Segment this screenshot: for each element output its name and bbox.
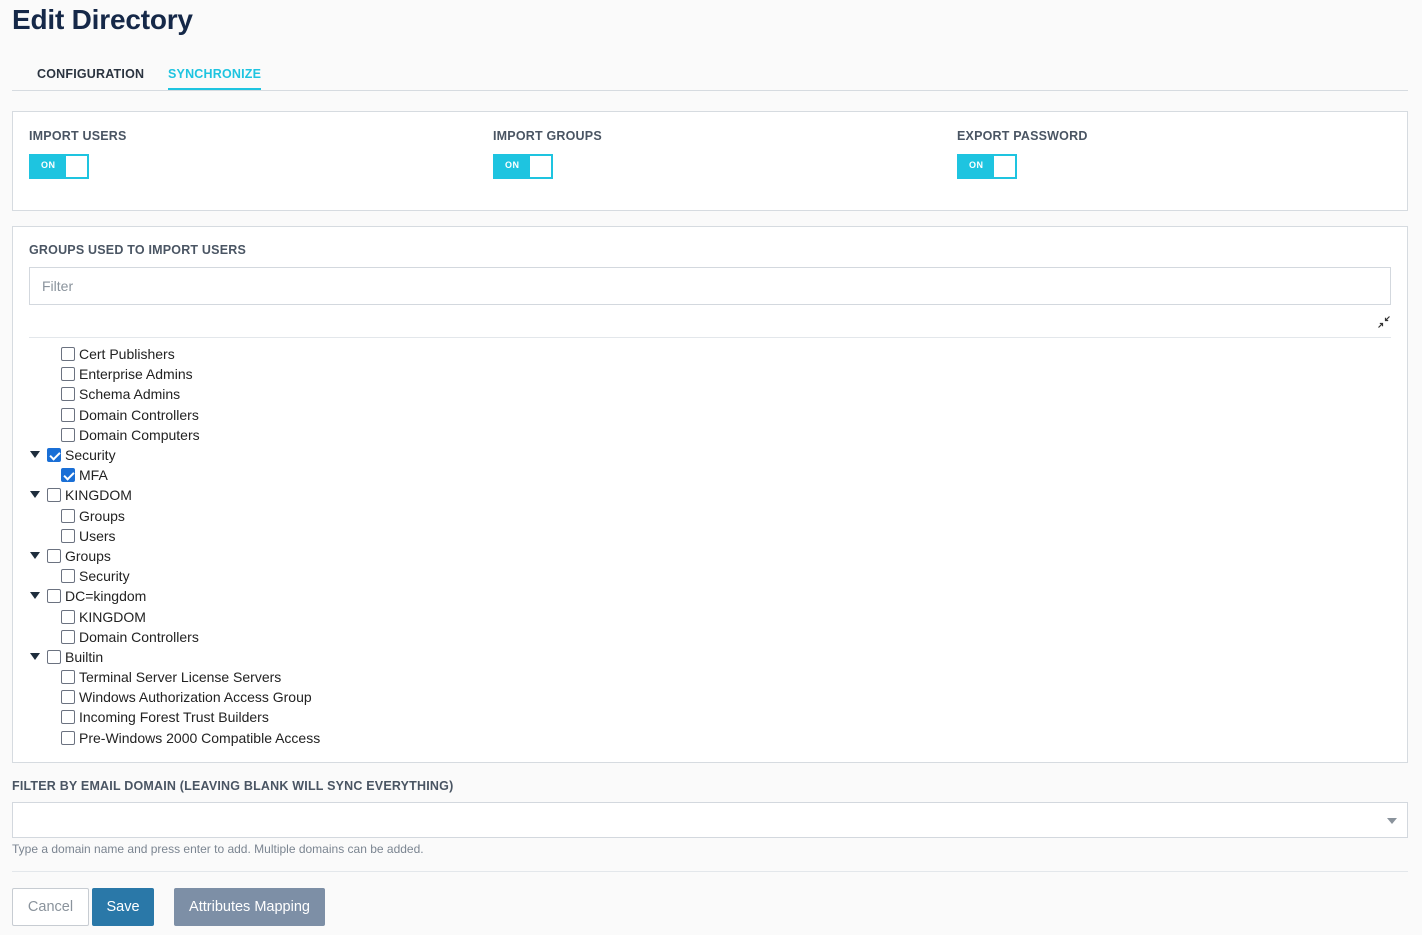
group-checkbox[interactable] [61,690,75,705]
groups-heading: GROUPS USED TO IMPORT USERS [29,243,247,257]
tree-parent-item: Groups [29,546,629,566]
email-domain-help: Type a domain name and press enter to ad… [12,842,424,856]
tree-child-item: Schema Admins [29,384,629,404]
tree-parent-item: Builtin [29,647,629,667]
group-label[interactable]: DC=kingdom [65,588,146,604]
tree-child-item: Security [29,566,629,586]
group-label[interactable]: Domain Controllers [79,629,199,645]
tree-parent-item: KINGDOM [29,485,629,505]
sync-toggles-panel: IMPORT USERS ON IMPORT GROUPS ON EXPORT … [12,111,1408,211]
tree-child-item: Domain Controllers [29,627,629,647]
tree-child-item: Domain Controllers [29,405,629,425]
expand-caret-icon[interactable] [30,551,40,559]
group-label[interactable]: Groups [79,508,125,524]
import-users-label: IMPORT USERS [29,129,127,143]
tree-child-item: Pre-Windows 2000 Compatible Access [29,728,629,748]
email-domain-label: FILTER BY EMAIL DOMAIN (LEAVING BLANK WI… [12,779,454,793]
group-label[interactable]: MFA [79,467,108,483]
group-label[interactable]: Pre-Windows 2000 Compatible Access [79,730,320,746]
toggle-knob [66,156,87,177]
group-checkbox[interactable] [47,589,61,604]
footer-divider [12,871,1408,872]
cancel-button[interactable]: Cancel [12,888,89,926]
group-label[interactable]: Schema Admins [79,386,180,402]
tree-child-item: KINGDOM [29,606,629,626]
group-checkbox[interactable] [47,649,61,664]
group-label[interactable]: Users [79,528,116,544]
group-checkbox[interactable] [61,629,75,644]
tree-child-item: Domain Computers [29,425,629,445]
group-checkbox[interactable] [61,730,75,745]
group-checkbox[interactable] [61,710,75,725]
export-password-setting: EXPORT PASSWORD ON [957,129,1088,179]
import-groups-toggle[interactable]: ON [493,154,553,179]
toggle-state-text: ON [969,160,984,170]
group-checkbox[interactable] [47,488,61,503]
chevron-down-icon[interactable] [1387,818,1397,824]
expand-caret-icon[interactable] [30,652,40,660]
group-checkbox[interactable] [61,609,75,624]
group-label[interactable]: Windows Authorization Access Group [79,689,312,705]
group-label[interactable]: Security [65,447,116,463]
group-label[interactable]: Incoming Forest Trust Builders [79,709,269,725]
save-button[interactable]: Save [92,888,154,926]
tree-child-item: Cert Publishers [29,344,629,364]
tab-synchronize[interactable]: SYNCHRONIZE [168,67,262,90]
group-checkbox[interactable] [61,569,75,584]
group-checkbox[interactable] [47,548,61,563]
toggle-knob [530,156,551,177]
tree-parent-item: DC=kingdom [29,586,629,606]
tree-child-item: Groups [29,506,629,526]
group-checkbox[interactable] [61,508,75,523]
import-users-toggle[interactable]: ON [29,154,89,179]
group-label[interactable]: KINGDOM [65,487,132,503]
group-checkbox[interactable] [61,468,75,483]
tab-bar: CONFIGURATION SYNCHRONIZE [12,60,1408,91]
group-checkbox[interactable] [61,367,75,382]
group-checkbox[interactable] [61,427,75,442]
group-label[interactable]: Cert Publishers [79,346,175,362]
group-label[interactable]: Enterprise Admins [79,366,193,382]
import-groups-label: IMPORT GROUPS [493,129,602,143]
export-password-label: EXPORT PASSWORD [957,129,1088,143]
group-label[interactable]: Security [79,568,130,584]
email-domain-input[interactable] [12,802,1408,838]
tree-child-item: Incoming Forest Trust Builders [29,707,629,727]
group-checkbox[interactable] [61,407,75,422]
expand-caret-icon[interactable] [30,450,40,458]
group-checkbox[interactable] [61,347,75,362]
page-title: Edit Directory [12,4,193,35]
group-checkbox[interactable] [61,387,75,402]
group-tree: Cert Publishers Enterprise Admins Schema A… [29,344,629,748]
tree-child-item: Terminal Server License Servers [29,667,629,687]
tree-child-item: Users [29,526,629,546]
import-users-setting: IMPORT USERS ON [29,129,127,179]
tree-child-item: Enterprise Admins [29,364,629,384]
tree-child-item: Windows Authorization Access Group [29,687,629,707]
tree-divider [29,337,1391,338]
expand-caret-icon[interactable] [30,592,40,600]
toggle-state-text: ON [41,160,56,170]
collapse-icon[interactable] [1377,315,1391,329]
group-label[interactable]: Domain Computers [79,427,200,443]
group-filter-input[interactable] [29,267,1391,305]
group-label[interactable]: Groups [65,548,111,564]
group-label[interactable]: Terminal Server License Servers [79,669,281,685]
group-label[interactable]: Domain Controllers [79,407,199,423]
attributes-mapping-button[interactable]: Attributes Mapping [174,888,325,926]
group-label[interactable]: KINGDOM [79,609,146,625]
import-groups-setting: IMPORT GROUPS ON [493,129,602,179]
toggle-state-text: ON [505,160,520,170]
tree-child-item: MFA [29,465,629,485]
group-label[interactable]: Builtin [65,649,103,665]
export-password-toggle[interactable]: ON [957,154,1017,179]
group-checkbox[interactable] [61,670,75,685]
group-checkbox[interactable] [61,528,75,543]
groups-panel: GROUPS USED TO IMPORT USERS Cert Publish… [12,226,1408,763]
expand-caret-icon[interactable] [30,491,40,499]
tree-parent-item: Security [29,445,629,465]
group-checkbox[interactable] [47,448,61,463]
toggle-knob [994,156,1015,177]
tab-configuration[interactable]: CONFIGURATION [37,67,144,88]
